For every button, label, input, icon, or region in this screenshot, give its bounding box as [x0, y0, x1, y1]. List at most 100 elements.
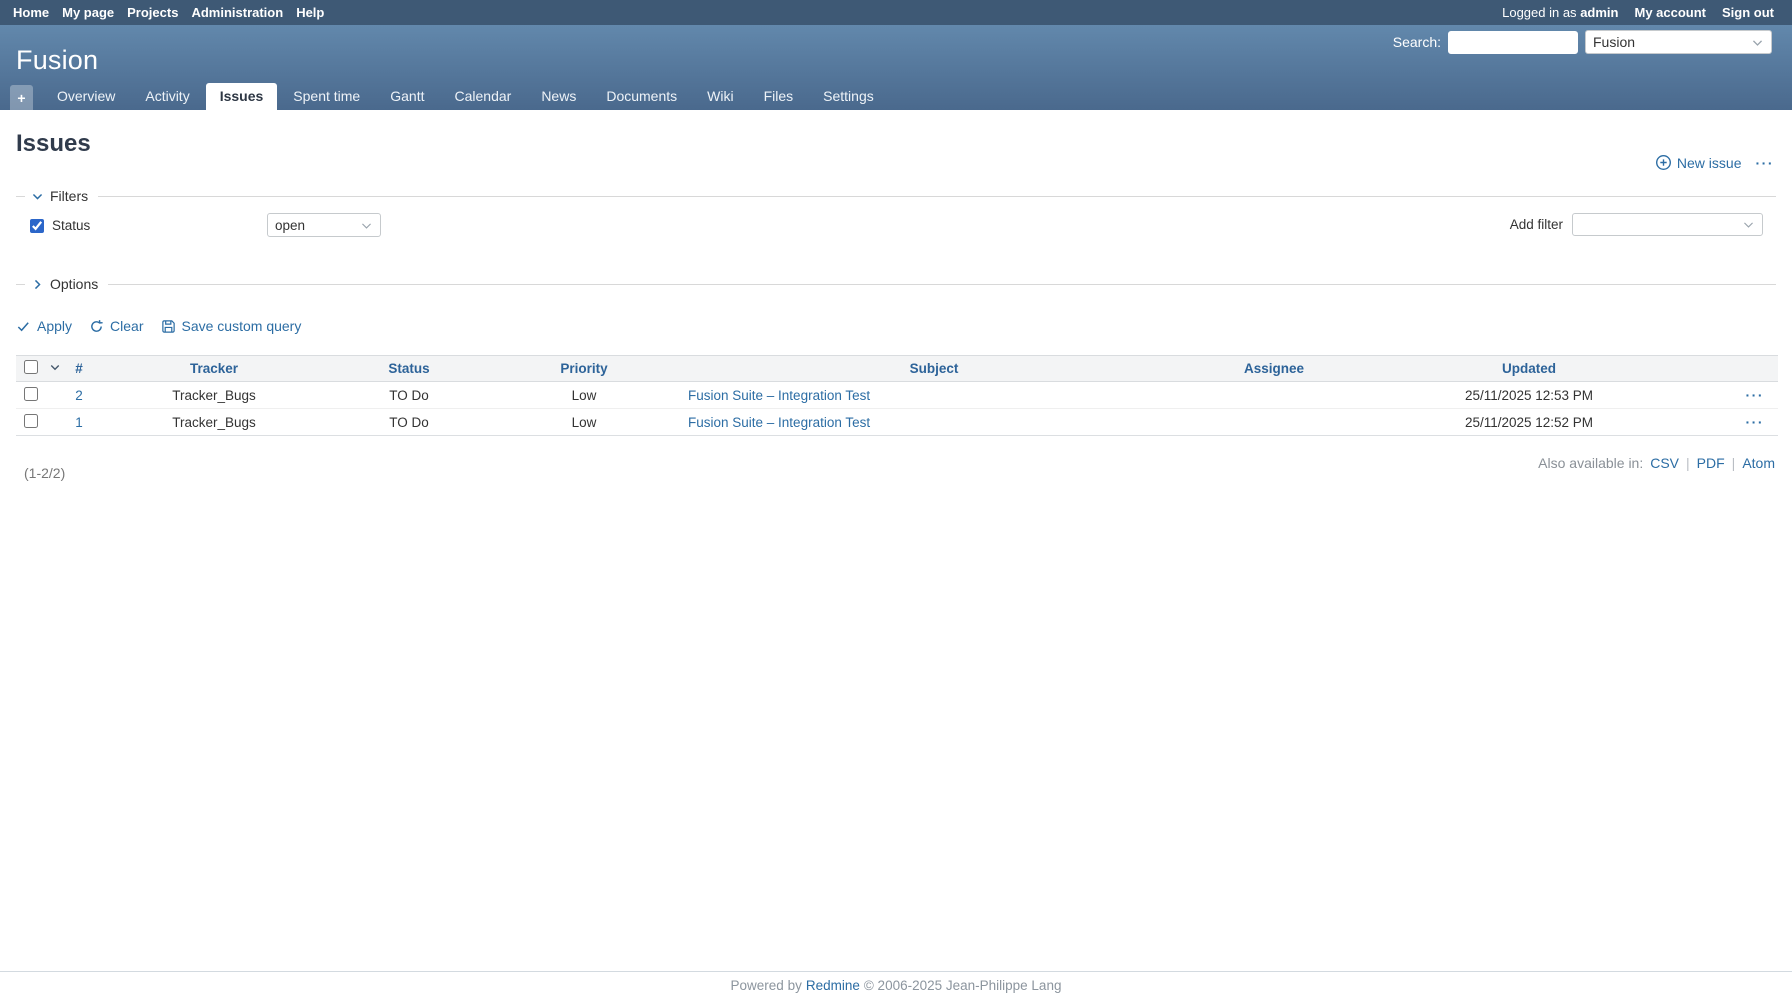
tab-news[interactable]: News [527, 83, 590, 110]
status-operator-select[interactable]: open [267, 213, 381, 237]
tab-files[interactable]: Files [750, 83, 808, 110]
main-content: New issue ··· Issues Filters Status open… [0, 130, 1792, 481]
reload-icon [89, 319, 104, 334]
query-buttons: Apply Clear Save custom query [16, 318, 1776, 334]
options-legend: Options [16, 276, 1776, 292]
project-tabs: + Overview Activity Issues Spent time Ga… [10, 83, 888, 110]
project-title: Fusion [16, 45, 98, 76]
export-pdf-link[interactable]: PDF [1697, 455, 1725, 471]
issue-updated: 25/11/2025 12:52 PM [1364, 409, 1694, 436]
copyright-label: © 2006-2025 Jean-Philippe Lang [864, 978, 1062, 993]
column-header-assignee[interactable]: Assignee [1244, 361, 1304, 376]
column-header-id[interactable]: # [75, 361, 83, 376]
issue-priority: Low [484, 409, 684, 436]
status-filter-label: Status [52, 218, 90, 233]
my-account-link[interactable]: My account [1634, 5, 1706, 20]
table-menu-chevron-down-icon[interactable] [46, 356, 64, 382]
redmine-link[interactable]: Redmine [806, 978, 860, 993]
project-header: Fusion Search: Fusion + Overview Activit… [0, 25, 1792, 110]
row-actions-button[interactable]: ··· [1746, 414, 1765, 430]
top-menu-bar: Home My page Projects Administration Hel… [0, 0, 1792, 25]
row-select-checkbox[interactable] [24, 414, 38, 428]
new-issue-button[interactable]: New issue [1655, 154, 1742, 171]
chevron-down-icon [1751, 36, 1764, 49]
save-custom-query-button[interactable]: Save custom query [161, 318, 302, 334]
tab-activity[interactable]: Activity [131, 83, 203, 110]
separator: | [1686, 455, 1690, 471]
tab-issues[interactable]: Issues [206, 83, 278, 110]
username: admin [1580, 5, 1618, 20]
column-header-subject[interactable]: Subject [910, 361, 959, 376]
export-atom-link[interactable]: Atom [1742, 455, 1775, 471]
issue-subject-link[interactable]: Fusion Suite – Integration Test [688, 388, 870, 403]
issue-tracker: Tracker_Bugs [94, 409, 334, 436]
column-header-priority[interactable]: Priority [560, 361, 607, 376]
issue-assignee [1184, 409, 1364, 436]
issue-updated: 25/11/2025 12:53 PM [1364, 382, 1694, 409]
powered-by-label: Powered by [731, 978, 802, 993]
menu-projects[interactable]: Projects [127, 5, 178, 20]
sign-out-link[interactable]: Sign out [1722, 5, 1774, 20]
table-row: 1 Tracker_BugsTO DoLow Fusion Suite – Inte… [16, 409, 1778, 436]
issue-status: TO Do [334, 409, 484, 436]
chevron-down-icon [1742, 218, 1755, 231]
clear-button[interactable]: Clear [89, 318, 143, 334]
menu-my-page[interactable]: My page [62, 5, 114, 20]
select-all-checkbox[interactable] [24, 360, 38, 374]
status-filter-checkbox[interactable] [30, 219, 44, 233]
page-more-menu-button[interactable]: ··· [1756, 155, 1775, 171]
table-row: 2Tracker_BugsTO DoLowFusion Suite – Inte… [16, 382, 1778, 409]
logged-in-status: Logged in as admin [1502, 5, 1618, 20]
issue-id-link[interactable]: 2 [75, 388, 83, 403]
tab-spent-time[interactable]: Spent time [279, 83, 374, 110]
apply-button[interactable]: Apply [16, 318, 72, 334]
column-header-status[interactable]: Status [388, 361, 429, 376]
issue-assignee [1184, 382, 1364, 409]
options-legend-label[interactable]: Options [50, 276, 98, 292]
collapse-chevron-down-icon[interactable] [31, 190, 44, 203]
quick-search: Search: Fusion [1393, 30, 1772, 54]
issue-status: TO Do [334, 382, 484, 409]
save-icon [161, 319, 176, 334]
add-filter-select[interactable] [1572, 213, 1763, 236]
contextual-actions: New issue ··· [1655, 154, 1774, 171]
divider [16, 196, 25, 197]
menu-help[interactable]: Help [296, 5, 324, 20]
pagination-info: (1-2/2) [24, 465, 1776, 481]
filters-legend-label[interactable]: Filters [50, 188, 88, 204]
filters-legend: Filters [16, 188, 1776, 204]
export-links: Also available in: CSV | PDF | Atom [1538, 455, 1775, 471]
column-header-updated[interactable]: Updated [1502, 361, 1556, 376]
divider [108, 284, 1776, 285]
search-input[interactable] [1448, 31, 1578, 54]
add-filter-label: Add filter [1510, 217, 1563, 232]
project-jump-select[interactable]: Fusion [1585, 30, 1772, 54]
issue-subject-link[interactable]: Fusion Suite – Integration Test [688, 415, 870, 430]
status-operator-value: open [275, 218, 305, 233]
export-csv-link[interactable]: CSV [1650, 455, 1679, 471]
tab-gantt[interactable]: Gantt [376, 83, 438, 110]
add-tab-button[interactable]: + [10, 85, 33, 110]
issues-table: # Tracker Status Priority Subject Assign… [16, 355, 1778, 436]
divider [16, 284, 25, 285]
filters-body: Status open Add filter [16, 204, 1776, 256]
row-select-checkbox[interactable] [24, 387, 38, 401]
footer: Powered by Redmine © 2006-2025 Jean-Phil… [0, 971, 1792, 999]
tab-calendar[interactable]: Calendar [440, 83, 525, 110]
tab-overview[interactable]: Overview [43, 83, 129, 110]
project-jump-value: Fusion [1593, 34, 1635, 50]
column-header-tracker[interactable]: Tracker [190, 361, 238, 376]
tab-wiki[interactable]: Wiki [693, 83, 747, 110]
separator: | [1732, 455, 1736, 471]
issue-id-link[interactable]: 1 [75, 415, 83, 430]
menu-home[interactable]: Home [13, 5, 49, 20]
menu-administration[interactable]: Administration [191, 5, 283, 20]
tab-settings[interactable]: Settings [809, 83, 888, 110]
collapse-chevron-right-icon[interactable] [31, 278, 44, 291]
plus-circle-icon [1655, 154, 1672, 171]
tab-documents[interactable]: Documents [592, 83, 691, 110]
check-icon [16, 319, 31, 334]
issue-priority: Low [484, 382, 684, 409]
page-title: Issues [16, 130, 1776, 158]
row-actions-button[interactable]: ··· [1746, 387, 1765, 403]
